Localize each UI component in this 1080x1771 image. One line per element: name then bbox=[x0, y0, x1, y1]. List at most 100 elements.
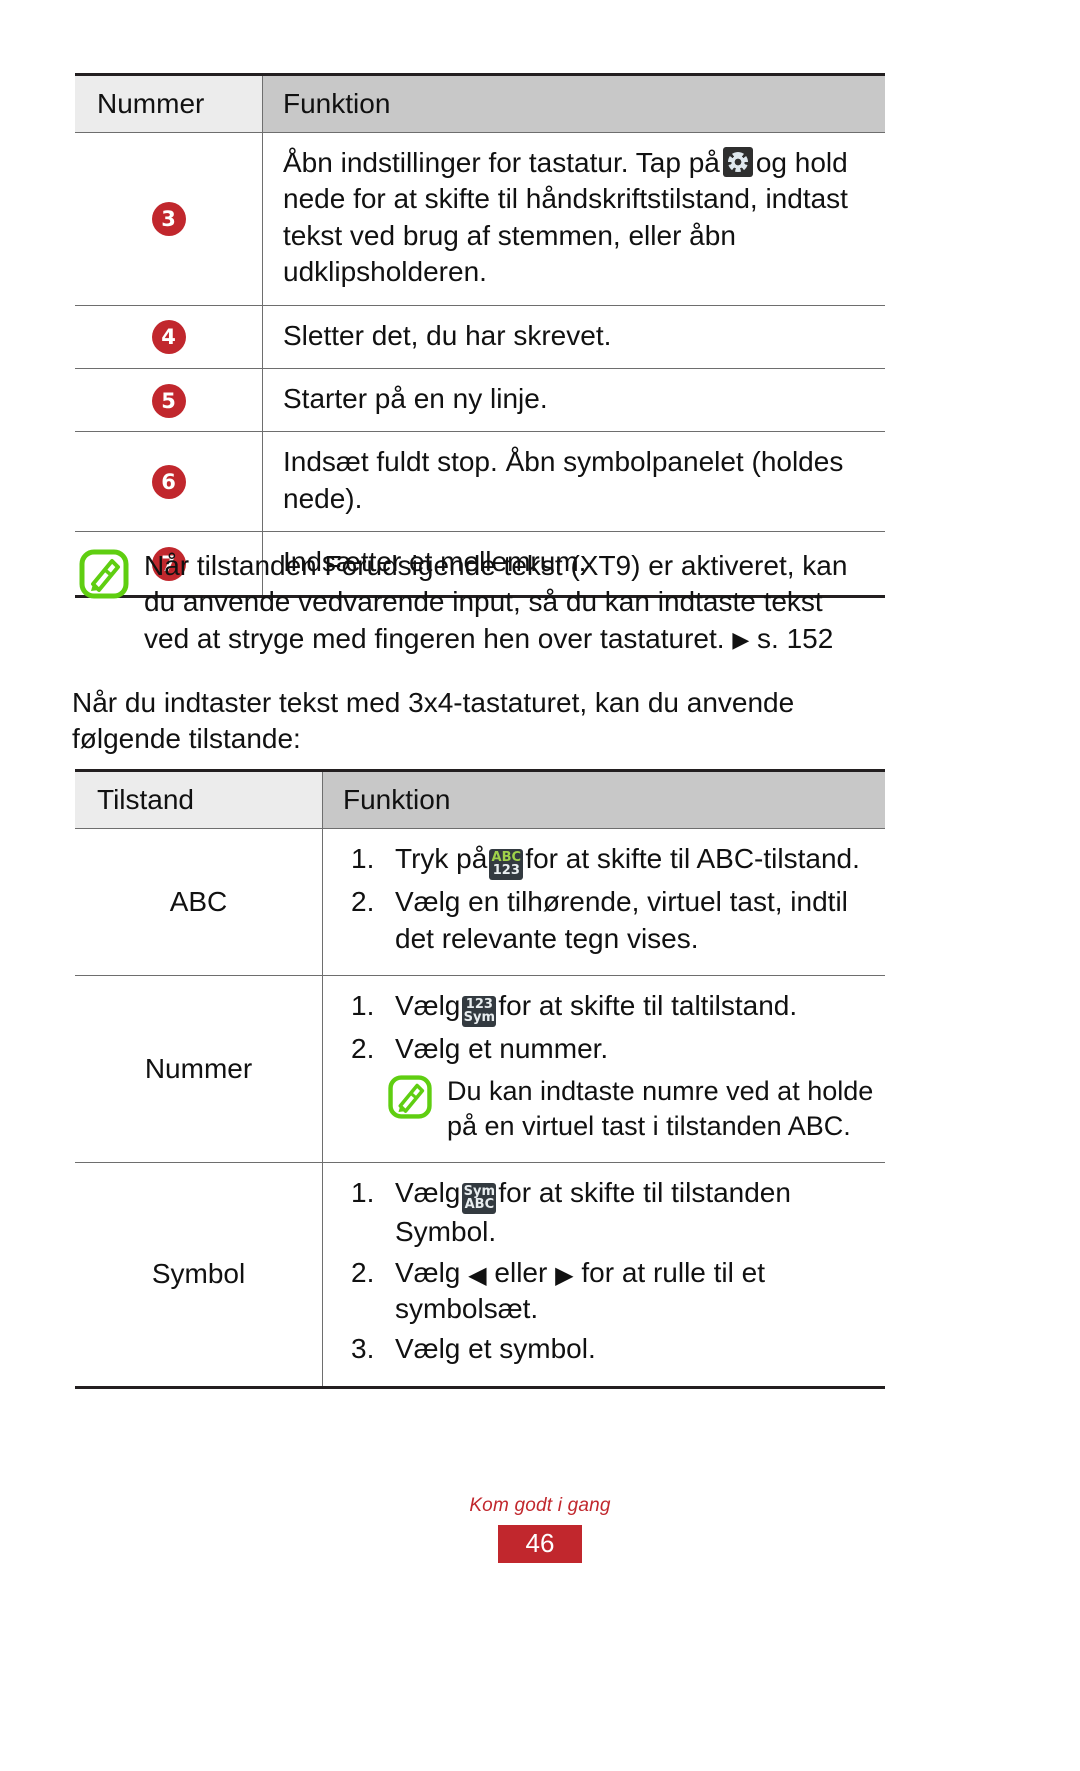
step-item: 3. Vælg et symbol. bbox=[343, 1331, 875, 1367]
step-item: 2. Vælg ◀ eller ▶ for at rulle til et sy… bbox=[343, 1255, 875, 1328]
row3-text-before: Åbn indstillinger for tastatur. Tap på bbox=[283, 147, 720, 178]
step-text: Vælg et symbol. bbox=[395, 1333, 596, 1365]
row6-text: Indsæt fuldt stop. Åbn symbolpanelet (ho… bbox=[283, 446, 844, 514]
column-header-funktion-2: Funktion bbox=[322, 769, 885, 829]
gear-icon bbox=[722, 147, 753, 177]
table-keyboard-functions: Nummer Funktion 3 Åbn indstillinger for … bbox=[75, 73, 885, 598]
step-item: 1. Tryk på ABC 123 for at skifte til ABC-ti… bbox=[343, 841, 875, 881]
arrow-right-icon: ▶ bbox=[555, 1260, 574, 1289]
step-index: 1. bbox=[351, 843, 375, 874]
note-line-1: Når tilstanden Forudsigende tekst (XT9) … bbox=[144, 550, 848, 581]
step-index: 3. bbox=[351, 1333, 375, 1365]
note-line-2: du anvende vedvarende input, så du kan i… bbox=[144, 586, 823, 618]
note-line-2: på en virtuel tast i tilstanden ABC. bbox=[447, 1110, 851, 1141]
step-item: 1. Vælg 123 Sym for at skifte til taltilsta… bbox=[343, 988, 875, 1028]
step-text-before: Vælg bbox=[395, 990, 461, 1022]
table-row: 5 Starter på en ny linje. bbox=[75, 368, 885, 433]
key-icon-top: Sym bbox=[463, 1183, 496, 1199]
step-text: Vælg et nummer. bbox=[395, 1033, 609, 1065]
table-row: 4 Sletter det, du har skrevet. bbox=[75, 305, 885, 369]
mode-label-symbol: Symbol bbox=[151, 1258, 246, 1290]
mode-steps-cell: 1. Vælg Sym ABC for at skifte til tilstande… bbox=[322, 1162, 885, 1389]
row-number-cell: 3 bbox=[75, 132, 263, 306]
row-number-cell: 5 bbox=[75, 368, 263, 433]
step-text-mid: eller bbox=[494, 1256, 548, 1288]
manual-page: Nummer Funktion 3 Åbn indstillinger for … bbox=[0, 0, 1080, 1771]
key-icon-top: 123 bbox=[465, 996, 493, 1012]
key-icon-bottom: 123 bbox=[492, 863, 520, 878]
note-text: Når tilstanden Forudsigende tekst (XT9) … bbox=[144, 548, 847, 657]
123-sym-key-icon: 123 Sym bbox=[462, 995, 497, 1028]
step-text-after: for at skifte til taltilstand. bbox=[498, 990, 798, 1022]
table-3x4-modes: Tilstand Funktion ABC 1. Tryk på ABC 123 fo… bbox=[75, 769, 885, 1389]
note-line-1: Du kan indtaste numre ved at holde bbox=[447, 1075, 874, 1106]
mode-label-cell: ABC bbox=[75, 828, 323, 977]
column-header-nummer: Nummer bbox=[75, 73, 263, 133]
step-index: 1. bbox=[351, 990, 375, 1022]
step-item: 2. Vælg en tilhørende, virtuel tast, ind… bbox=[343, 884, 875, 957]
column-header-funktion: Funktion bbox=[262, 73, 885, 133]
key-icon-bottom: ABC bbox=[464, 1196, 495, 1212]
row-function-cell: Åbn indstillinger for tastatur. Tap på og… bbox=[262, 132, 885, 306]
column-header-tilstand: Tilstand bbox=[75, 769, 323, 829]
note-callout-xt9: Når tilstanden Forudsigende tekst (XT9) … bbox=[78, 548, 878, 657]
table-header-row: Nummer Funktion bbox=[75, 73, 885, 133]
step-index: 2. bbox=[351, 886, 375, 918]
step-text-before: Vælg bbox=[395, 1176, 461, 1208]
step-item: 1. Vælg Sym ABC for at skifte til tilstande… bbox=[343, 1175, 875, 1251]
note-pencil-icon bbox=[78, 548, 130, 600]
key-icon-top: ABC bbox=[491, 849, 522, 865]
mode-steps-cell: 1. Tryk på ABC 123 for at skifte til ABC-ti… bbox=[322, 828, 885, 977]
mode-label-cell: Nummer bbox=[75, 975, 323, 1163]
mode-steps-cell: 1. Vælg 123 Sym for at skifte til taltilsta… bbox=[322, 975, 885, 1163]
row4-text: Sletter det, du har skrevet. bbox=[283, 319, 612, 351]
steps-list-symbol: 1. Vælg Sym ABC for at skifte til tilstande… bbox=[343, 1175, 875, 1368]
step-text: Vælg en tilhørende, virtuel tast, indtil… bbox=[395, 886, 848, 954]
table-row-abc: ABC 1. Tryk på ABC 123 for at skifte til AB… bbox=[75, 828, 885, 977]
sym-abc-key-icon: Sym ABC bbox=[462, 1182, 497, 1215]
step-index: 2. bbox=[351, 1256, 375, 1288]
badge-number-4: 4 bbox=[151, 320, 186, 355]
table-row-nummer: Nummer 1. Vælg 123 Sym for at skifte til ta… bbox=[75, 975, 885, 1163]
row-function-cell: Indsæt fuldt stop. Åbn symbolpanelet (ho… bbox=[262, 431, 885, 533]
mode-label-nummer: Nummer bbox=[144, 1052, 253, 1084]
intro-paragraph: Når du indtaster tekst med 3x4-tastature… bbox=[72, 685, 902, 758]
mode-label-abc: ABC bbox=[169, 886, 228, 918]
page-footer: Kom godt i gang 46 bbox=[0, 1495, 1080, 1563]
abc-123-key-icon: ABC 123 bbox=[489, 848, 524, 881]
step-text-after: for at skifte til ABC-tilstand. bbox=[525, 843, 860, 874]
steps-list-abc: 1. Tryk på ABC 123 for at skifte til ABC-ti… bbox=[343, 841, 875, 957]
note-line-3: ved at stryge med fingeren hen over tast… bbox=[144, 621, 847, 657]
steps-list-nummer: 1. Vælg 123 Sym for at skifte til taltilsta… bbox=[343, 988, 875, 1068]
intro-line-2: følgende tilstande: bbox=[72, 723, 301, 755]
row-number-cell: 6 bbox=[75, 431, 263, 533]
row-function-cell: Starter på en ny linje. bbox=[262, 368, 885, 433]
badge-number-3: 3 bbox=[151, 202, 186, 237]
step-item: 2. Vælg et nummer. bbox=[343, 1031, 875, 1067]
table-row-symbol: Symbol 1. Vælg Sym ABC for at skifte til ti… bbox=[75, 1162, 885, 1389]
page-number-badge: 46 bbox=[498, 1525, 582, 1563]
row5-text: Starter på en ny linje. bbox=[283, 382, 548, 414]
intro-line-1: Når du indtaster tekst med 3x4-tastature… bbox=[72, 687, 795, 718]
arrow-left-icon: ◀ bbox=[468, 1260, 487, 1289]
table-row: 3 Åbn indstillinger for tastatur. Tap på… bbox=[75, 132, 885, 306]
step-text-before: Tryk på bbox=[395, 843, 488, 874]
note-page-ref: s. 152 bbox=[757, 622, 834, 654]
row-number-cell: 4 bbox=[75, 305, 263, 369]
step-text-before: Vælg bbox=[395, 1256, 461, 1288]
triangle-right-icon: ▶ bbox=[732, 627, 750, 653]
note-pencil-icon bbox=[387, 1074, 433, 1120]
badge-number-6: 6 bbox=[151, 465, 186, 500]
step-index: 1. bbox=[351, 1176, 375, 1208]
key-icon-bottom: Sym bbox=[463, 1010, 496, 1026]
row-function-cell: Sletter det, du har skrevet. bbox=[262, 305, 885, 369]
note-line-3-text: ved at stryge med fingeren hen over tast… bbox=[144, 622, 725, 654]
note-text: Du kan indtaste numre ved at holde på en… bbox=[447, 1074, 873, 1144]
step-index: 2. bbox=[351, 1033, 375, 1065]
badge-number-5: 5 bbox=[151, 383, 186, 418]
mode-label-cell: Symbol bbox=[75, 1162, 323, 1389]
footer-section-title: Kom godt i gang bbox=[469, 1495, 611, 1516]
note-callout-nummer: Du kan indtaste numre ved at holde på en… bbox=[387, 1074, 875, 1144]
table-header-row: Tilstand Funktion bbox=[75, 769, 885, 829]
table-row: 6 Indsæt fuldt stop. Åbn symbolpanelet (… bbox=[75, 431, 885, 533]
